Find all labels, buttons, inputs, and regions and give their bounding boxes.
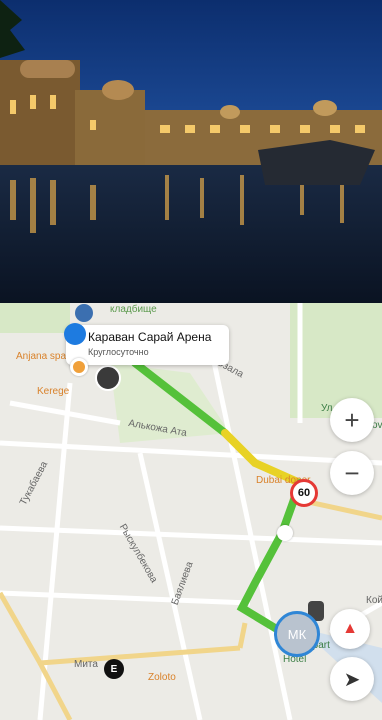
place-card-hours: Круглосуточно <box>88 347 149 357</box>
map-label-koi: Кой <box>366 595 382 606</box>
map-view[interactable]: кладбище Anjana spa Kerege Озала Алькожа… <box>0 303 382 720</box>
map-label-zoloto[interactable]: Zoloto <box>148 672 176 683</box>
place-card-title: Караван Сарай Арена <box>88 330 212 344</box>
venue-pin-icon <box>64 323 86 345</box>
map-label-mita: Мита <box>74 659 98 670</box>
zoom-in-button[interactable]: + <box>330 398 374 442</box>
map-label-cemetery: кладбище <box>110 304 157 315</box>
destination-marker[interactable] <box>70 358 88 376</box>
cemetery-poi-icon[interactable] <box>75 304 93 322</box>
elements-poi-icon[interactable] <box>277 525 293 541</box>
user-location-marker[interactable]: МК <box>274 611 320 657</box>
place-card[interactable]: Караван Сарай Арена Круглосуточно <box>64 323 229 365</box>
venue-photo <box>0 0 382 303</box>
stadium-poi-icon[interactable] <box>95 365 121 391</box>
compass-button[interactable]: ▲ <box>330 609 370 649</box>
locate-me-button[interactable]: ➤ <box>330 657 374 701</box>
zoom-out-button[interactable]: − <box>330 451 374 495</box>
map-label-kerege[interactable]: Kerege <box>37 386 69 397</box>
map-label-anjana-spa[interactable]: Anjana spa <box>16 351 66 362</box>
speed-limit-sign: 60 <box>290 479 318 507</box>
shop-poi-icon[interactable]: E <box>104 659 124 679</box>
